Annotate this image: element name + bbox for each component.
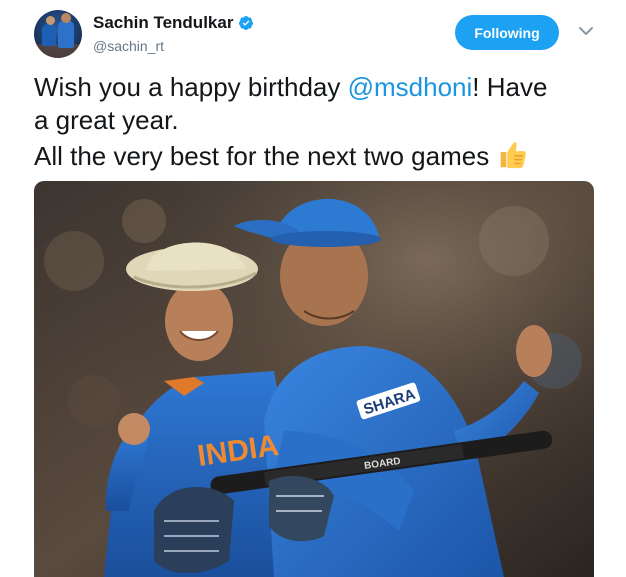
- thumbs-up-icon: [500, 142, 527, 169]
- verified-badge-icon: [239, 16, 254, 30]
- tweet-line-2: a great year.: [34, 105, 179, 135]
- celebration-photo: INDIA SHARA BOARD: [34, 181, 594, 577]
- author-handle[interactable]: @sachin_rt: [93, 38, 164, 54]
- tweet-line-3: All the very best for the next two games: [34, 137, 604, 173]
- tweet-header: Sachin Tendulkar @sachin_rt Following: [0, 0, 626, 64]
- author-name-row[interactable]: Sachin Tendulkar: [93, 13, 254, 33]
- avatar[interactable]: [34, 10, 82, 58]
- following-button[interactable]: Following: [455, 15, 559, 50]
- chevron-down-icon[interactable]: [578, 25, 594, 37]
- tweet-text: Wish you a happy birthday @msdhoni! Have…: [34, 71, 604, 173]
- tweet-photo[interactable]: INDIA SHARA BOARD: [34, 181, 594, 577]
- tweet-line-1: Wish you a happy birthday @msdhoni! Have: [34, 72, 548, 102]
- mention-link[interactable]: @msdhoni: [348, 72, 473, 102]
- author-name[interactable]: Sachin Tendulkar: [93, 13, 233, 33]
